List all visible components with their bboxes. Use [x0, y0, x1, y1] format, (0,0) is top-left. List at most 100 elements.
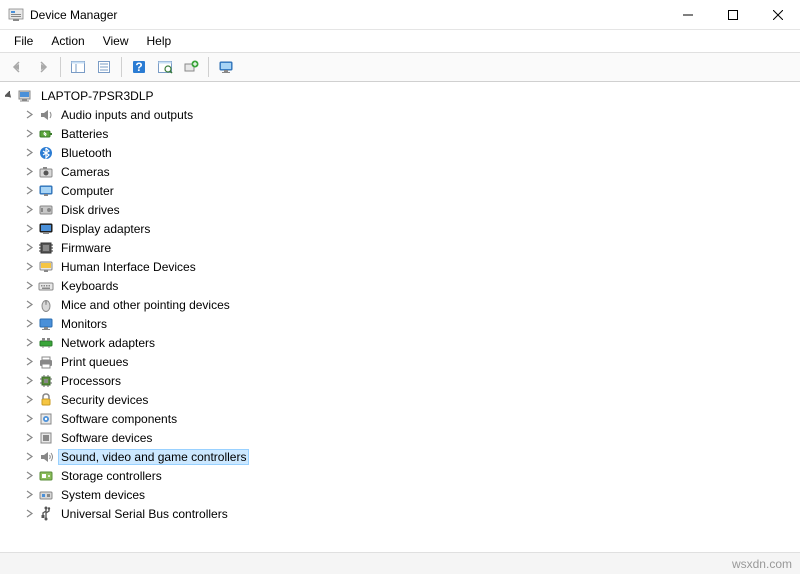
keyboard-icon — [38, 278, 54, 294]
toolbar-separator — [60, 57, 61, 77]
tree-item[interactable]: Processors — [2, 371, 800, 390]
tree-item[interactable]: Software devices — [2, 428, 800, 447]
expand-icon[interactable] — [22, 108, 36, 122]
tree-item[interactable]: Print queues — [2, 352, 800, 371]
tree-item[interactable]: Batteries — [2, 124, 800, 143]
tree-item[interactable]: Universal Serial Bus controllers — [2, 504, 800, 523]
tree-item[interactable]: System devices — [2, 485, 800, 504]
firmware-icon — [38, 240, 54, 256]
expand-icon[interactable] — [22, 222, 36, 236]
tree-item-label[interactable]: Software components — [58, 411, 180, 427]
tree-root[interactable]: LAPTOP-7PSR3DLP — [2, 86, 800, 105]
tree-item[interactable]: Cameras — [2, 162, 800, 181]
tree-item-label[interactable]: Audio inputs and outputs — [58, 107, 196, 123]
network-icon — [38, 335, 54, 351]
expand-icon[interactable] — [22, 355, 36, 369]
menu-action[interactable]: Action — [43, 32, 92, 50]
toolbar-separator — [208, 57, 209, 77]
tree-item-label[interactable]: Computer — [58, 183, 117, 199]
menu-file[interactable]: File — [6, 32, 41, 50]
tree-item[interactable]: Firmware — [2, 238, 800, 257]
maximize-button[interactable] — [710, 0, 755, 29]
expand-icon[interactable] — [22, 412, 36, 426]
expand-icon[interactable] — [22, 317, 36, 331]
usb-icon — [38, 506, 54, 522]
root-label[interactable]: LAPTOP-7PSR3DLP — [38, 88, 157, 104]
forward-button[interactable] — [32, 56, 54, 78]
display-icon — [38, 221, 54, 237]
tree-item-label[interactable]: Monitors — [58, 316, 110, 332]
expand-icon[interactable] — [22, 298, 36, 312]
footer: wsxdn.com — [0, 552, 800, 574]
expand-icon[interactable] — [22, 393, 36, 407]
expand-icon[interactable] — [22, 374, 36, 388]
menu-view[interactable]: View — [95, 32, 137, 50]
expand-icon[interactable] — [22, 431, 36, 445]
device-tree[interactable]: LAPTOP-7PSR3DLP Audio inputs and outputs… — [0, 82, 800, 536]
swcomp-icon — [38, 411, 54, 427]
tree-item[interactable]: Network adapters — [2, 333, 800, 352]
tree-item[interactable]: Disk drives — [2, 200, 800, 219]
expand-icon[interactable] — [22, 241, 36, 255]
storage-icon — [38, 468, 54, 484]
camera-icon — [38, 164, 54, 180]
properties-button[interactable] — [93, 56, 115, 78]
expand-icon[interactable] — [22, 488, 36, 502]
toolbar: ? — [0, 52, 800, 82]
expand-icon[interactable] — [22, 279, 36, 293]
expand-icon[interactable] — [22, 450, 36, 464]
expand-icon[interactable] — [22, 336, 36, 350]
tree-item-label[interactable]: Disk drives — [58, 202, 123, 218]
computer-icon — [38, 183, 54, 199]
expand-icon[interactable] — [22, 260, 36, 274]
tree-item-label[interactable]: Processors — [58, 373, 124, 389]
tree-item-label[interactable]: Network adapters — [58, 335, 158, 351]
tree-item-label[interactable]: Security devices — [58, 392, 151, 408]
processor-icon — [38, 373, 54, 389]
tree-item[interactable]: Display adapters — [2, 219, 800, 238]
expand-icon[interactable] — [22, 165, 36, 179]
tree-item-label[interactable]: Display adapters — [58, 221, 153, 237]
expand-icon[interactable] — [22, 146, 36, 160]
tree-item-label[interactable]: Human Interface Devices — [58, 259, 199, 275]
tree-item[interactable]: Sound, video and game controllers — [2, 447, 800, 466]
tree-item[interactable]: Computer — [2, 181, 800, 200]
menu-help[interactable]: Help — [139, 32, 180, 50]
tree-item-label[interactable]: Print queues — [58, 354, 131, 370]
add-hardware-button[interactable] — [180, 56, 202, 78]
tree-item[interactable]: Keyboards — [2, 276, 800, 295]
show-hide-tree-button[interactable] — [67, 56, 89, 78]
tree-item-label[interactable]: Software devices — [58, 430, 155, 446]
help-button[interactable]: ? — [128, 56, 150, 78]
expand-icon[interactable] — [22, 507, 36, 521]
tree-item-label[interactable]: System devices — [58, 487, 148, 503]
tree-item[interactable]: Storage controllers — [2, 466, 800, 485]
tree-item[interactable]: Bluetooth — [2, 143, 800, 162]
tree-item-label[interactable]: Sound, video and game controllers — [58, 449, 249, 465]
close-button[interactable] — [755, 0, 800, 29]
expand-icon[interactable] — [22, 469, 36, 483]
tree-item-label[interactable]: Mice and other pointing devices — [58, 297, 233, 313]
expand-icon[interactable] — [22, 203, 36, 217]
tree-item-label[interactable]: Firmware — [58, 240, 114, 256]
minimize-button[interactable] — [665, 0, 710, 29]
scan-hardware-button[interactable] — [154, 56, 176, 78]
tree-item-label[interactable]: Keyboards — [58, 278, 121, 294]
tree-item-label[interactable]: Cameras — [58, 164, 113, 180]
tree-item[interactable]: Security devices — [2, 390, 800, 409]
tree-item[interactable]: Audio inputs and outputs — [2, 105, 800, 124]
tree-item[interactable]: Human Interface Devices — [2, 257, 800, 276]
expand-icon[interactable] — [22, 127, 36, 141]
tree-item-label[interactable]: Bluetooth — [58, 145, 115, 161]
tree-item[interactable]: Software components — [2, 409, 800, 428]
audio-icon — [38, 107, 54, 123]
expand-icon[interactable] — [2, 89, 16, 103]
tree-item-label[interactable]: Batteries — [58, 126, 111, 142]
expand-icon[interactable] — [22, 184, 36, 198]
tree-item-label[interactable]: Storage controllers — [58, 468, 165, 484]
tree-item[interactable]: Mice and other pointing devices — [2, 295, 800, 314]
monitor-button[interactable] — [215, 56, 237, 78]
tree-item-label[interactable]: Universal Serial Bus controllers — [58, 506, 231, 522]
back-button[interactable] — [6, 56, 28, 78]
tree-item[interactable]: Monitors — [2, 314, 800, 333]
